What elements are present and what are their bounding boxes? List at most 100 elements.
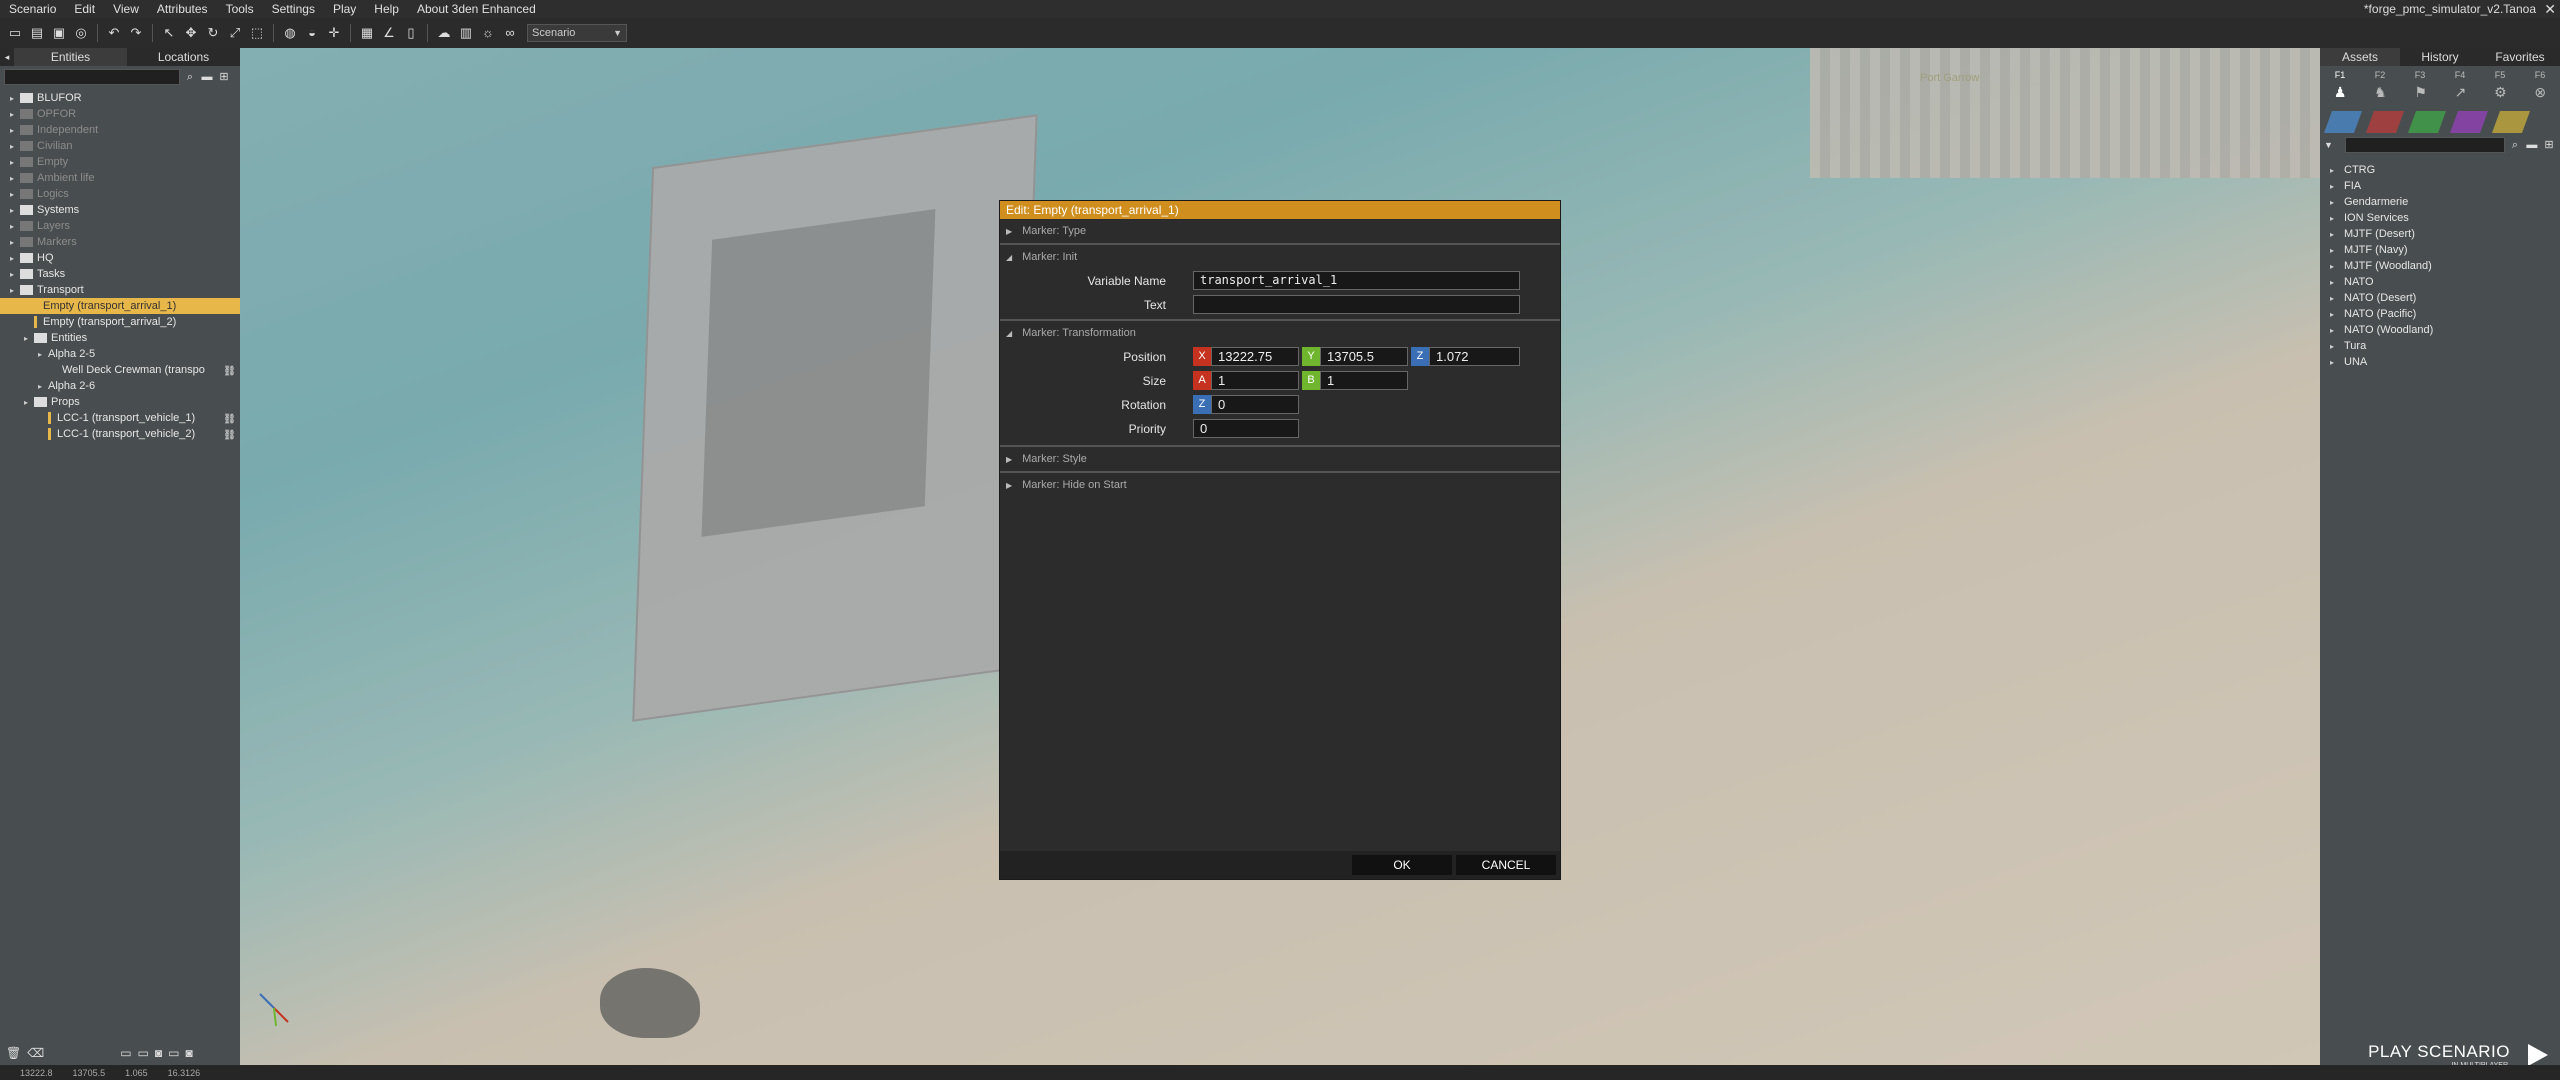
section-header[interactable]: ◢ Marker: Transformation (1006, 327, 1136, 339)
play-scenario-button[interactable]: PLAY SCENARIO IN MULTIPLAYER (2320, 1038, 2560, 1069)
position-y-input[interactable]: 13705.5 (1320, 347, 1408, 366)
asset-faction-item[interactable]: ▸ MJTF (Desert) (2320, 226, 2560, 242)
ok-button[interactable]: OK (1352, 855, 1452, 875)
section-marker-hide-on-start[interactable]: ▶ Marker: Hide on Start (1000, 473, 1560, 499)
asset-faction-item[interactable]: ▸ CTRG (2320, 162, 2560, 178)
tree-item[interactable]: ▸ Tasks (0, 266, 240, 282)
globe-icon[interactable]: ◍ (281, 24, 299, 42)
text-input[interactable] (1193, 295, 1520, 314)
tab-assets[interactable]: Assets (2320, 48, 2400, 66)
marker-icon[interactable]: ⊗ (2534, 84, 2546, 106)
tree-item[interactable]: ▸ Transport (0, 282, 240, 298)
asset-faction-item[interactable]: ▸ UNA (2320, 354, 2560, 370)
camera-icon[interactable]: ◙ (155, 1046, 162, 1060)
side-civilian-swatch[interactable] (2449, 111, 2489, 133)
collapse-left-icon[interactable]: ◂ (0, 48, 14, 66)
tree-item[interactable]: ▸ BLUFOR (0, 90, 240, 106)
rotate-icon[interactable]: ↻ (204, 24, 222, 42)
position-z-input[interactable]: 1.072 (1429, 347, 1520, 366)
tree-item[interactable]: ▸ Logics (0, 186, 240, 202)
collapse-all-icon[interactable]: ▬ (2525, 138, 2539, 152)
map-icon[interactable]: ▥ (457, 24, 475, 42)
tree-item[interactable]: ▸ Layers (0, 218, 240, 234)
size-b-input[interactable]: 1 (1320, 371, 1408, 390)
screenshot-icon[interactable]: ◙ (185, 1046, 192, 1060)
angle-icon[interactable]: ∠ (380, 24, 398, 42)
asset-faction-item[interactable]: ▸ MJTF (Woodland) (2320, 258, 2560, 274)
undo-icon[interactable]: ↶ (105, 24, 123, 42)
area-icon[interactable]: ⬚ (248, 24, 266, 42)
scale-icon[interactable]: ⤢ (226, 24, 244, 42)
tab-locations[interactable]: Locations (127, 48, 240, 66)
snap-icon[interactable]: ▯ (402, 24, 420, 42)
tree-item[interactable]: ▸ Markers (0, 234, 240, 250)
scenario-select[interactable]: Scenario ▼ (527, 24, 627, 42)
sun-icon[interactable]: ☼ (479, 24, 497, 42)
asset-faction-item[interactable]: ▸ NATO (Pacific) (2320, 306, 2560, 322)
chevron-down-icon[interactable]: ▼ (2324, 140, 2333, 150)
side-blufor-swatch[interactable] (2323, 111, 2363, 133)
soldier-icon[interactable]: ♟ (2334, 84, 2347, 106)
tab-entities[interactable]: Entities (14, 48, 127, 66)
tree-item[interactable]: ▸ OPFOR (0, 106, 240, 122)
asset-faction-item[interactable]: ▸ Tura (2320, 338, 2560, 354)
side-independent-swatch[interactable] (2407, 111, 2447, 133)
close-icon[interactable]: ✕ (2544, 0, 2556, 18)
tree-item[interactable]: ▸ Empty (0, 154, 240, 170)
section-header[interactable]: ◢ Marker: Init (1006, 251, 1077, 263)
group-icon[interactable]: ♞ (2374, 84, 2387, 106)
delete-icon[interactable]: 🗑 (6, 1046, 21, 1060)
tab-history[interactable]: History (2400, 48, 2480, 66)
surface-snap-icon[interactable]: ◒ (303, 24, 321, 42)
new-scenario-icon[interactable]: ▭ (6, 24, 24, 42)
tree-item[interactable]: ▸ Systems (0, 202, 240, 218)
tree-item[interactable]: Empty (transport_arrival_1) (0, 298, 240, 314)
export-icon[interactable]: ◎ (72, 24, 90, 42)
redo-icon[interactable]: ↷ (127, 24, 145, 42)
tree-item[interactable]: ▸ Alpha 2-5 (0, 346, 240, 362)
menu-attributes[interactable]: Attributes (148, 0, 217, 18)
tree-item[interactable]: ▸ Props (0, 394, 240, 410)
grid-icon[interactable]: ▦ (358, 24, 376, 42)
translate-icon[interactable]: ✥ (182, 24, 200, 42)
section-marker-type[interactable]: ▶ Marker: Type (1000, 219, 1560, 245)
asset-faction-item[interactable]: ▸ FIA (2320, 178, 2560, 194)
save-icon[interactable]: ▣ (50, 24, 68, 42)
menu-help[interactable]: Help (365, 0, 408, 18)
entity-search-input[interactable] (4, 69, 180, 85)
position-x-input[interactable]: 13222.75 (1211, 347, 1299, 366)
tree-item[interactable]: Empty (transport_arrival_2) (0, 314, 240, 330)
asset-faction-item[interactable]: ▸ MJTF (Navy) (2320, 242, 2560, 258)
cancel-button[interactable]: CANCEL (1456, 855, 1556, 875)
tree-item[interactable]: ▸ Alpha 2-6 (0, 378, 240, 394)
tree-item[interactable]: ▸ Entities (0, 330, 240, 346)
add-folder-icon[interactable]: ▭ (138, 1046, 149, 1060)
menu-tools[interactable]: Tools (217, 0, 263, 18)
rotation-input[interactable]: 0 (1211, 395, 1299, 414)
vertical-icon[interactable]: ✛ (325, 24, 343, 42)
menu-play[interactable]: Play (324, 0, 365, 18)
tree-item[interactable]: ▸ HQ (0, 250, 240, 266)
tree-item[interactable]: ▸ Independent (0, 122, 240, 138)
asset-faction-item[interactable]: ▸ ION Services (2320, 210, 2560, 226)
side-opfor-swatch[interactable] (2365, 111, 2405, 133)
section-marker-style[interactable]: ▶ Marker: Style (1000, 447, 1560, 473)
priority-input[interactable]: 0 (1193, 419, 1299, 438)
asset-faction-item[interactable]: ▸ Gendarmerie (2320, 194, 2560, 210)
menu-scenario[interactable]: Scenario (0, 0, 65, 18)
tree-item[interactable]: LCC-1 (transport_vehicle_1) ⛓ (0, 410, 240, 426)
variable-name-input[interactable]: transport_arrival_1 (1193, 271, 1520, 290)
side-empty-swatch[interactable] (2491, 111, 2531, 133)
folder-icon[interactable]: ▭ (168, 1046, 179, 1060)
binoculars-icon[interactable]: ∞ (501, 24, 519, 42)
search-icon[interactable]: ⌕ (183, 70, 197, 84)
asset-faction-item[interactable]: ▸ NATO (2320, 274, 2560, 290)
waypoint-icon[interactable]: ↗ (2455, 84, 2467, 106)
select-icon[interactable]: ↖ (160, 24, 178, 42)
tree-item[interactable]: Well Deck Crewman (transpo ⛓ (0, 362, 240, 378)
asset-faction-item[interactable]: ▸ NATO (Woodland) (2320, 322, 2560, 338)
menu-edit[interactable]: Edit (65, 0, 104, 18)
expand-all-icon[interactable]: ⊞ (2542, 138, 2556, 152)
collapse-all-icon[interactable]: ▬ (200, 70, 214, 84)
module-icon[interactable]: ⚙ (2494, 84, 2507, 106)
